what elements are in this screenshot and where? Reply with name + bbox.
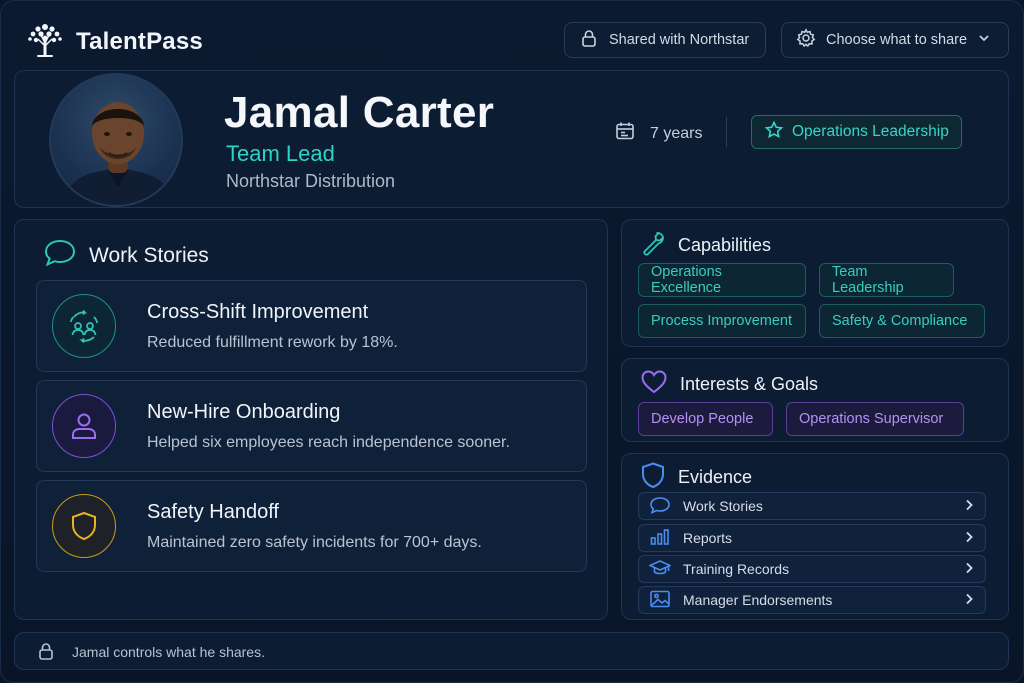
capability-chip[interactable]: Operations Excellence bbox=[638, 263, 806, 297]
evidence-item-reports[interactable]: Reports bbox=[638, 524, 986, 552]
divider bbox=[726, 117, 727, 147]
lock-icon bbox=[579, 28, 599, 52]
bar-chart-icon bbox=[649, 528, 671, 549]
interest-chip[interactable]: Develop People bbox=[638, 402, 773, 436]
shared-with-button[interactable]: Shared with Northstar bbox=[564, 22, 766, 58]
profile-name: Jamal Carter bbox=[224, 88, 495, 137]
story-title: New-Hire Onboarding bbox=[147, 401, 341, 423]
wrench-icon bbox=[640, 230, 666, 261]
choose-what-to-share-dropdown[interactable]: Choose what to share bbox=[781, 22, 1009, 58]
work-stories-title: Work Stories bbox=[89, 244, 209, 267]
interests-title: Interests & Goals bbox=[680, 374, 819, 394]
evidence-item-training-records[interactable]: Training Records bbox=[638, 555, 986, 583]
work-story-card[interactable]: Cross-Shift Improvement Reduced fulfillm… bbox=[36, 280, 587, 372]
story-title: Cross-Shift Improvement bbox=[147, 301, 369, 323]
tree-logo-icon bbox=[24, 18, 66, 65]
chevron-right-icon bbox=[963, 498, 975, 515]
capabilities-title: Capabilities bbox=[678, 235, 772, 255]
profile-role: Team Lead bbox=[226, 141, 335, 166]
work-story-card[interactable]: Safety Handoff Maintained zero safety in… bbox=[36, 480, 587, 572]
chevron-right-icon bbox=[963, 592, 975, 609]
work-story-card[interactable]: New-Hire Onboarding Helped six employees… bbox=[36, 380, 587, 472]
people-cycle-icon bbox=[52, 294, 116, 358]
app-name: TalentPass bbox=[76, 27, 203, 55]
interests-heading: Interests & Goals bbox=[640, 369, 818, 400]
experience-years-label: 7 years bbox=[650, 124, 703, 142]
story-description: Helped six employees reach independence … bbox=[147, 434, 510, 451]
chevron-right-icon bbox=[963, 530, 975, 547]
chat-bubble-icon bbox=[649, 496, 671, 517]
calendar-icon bbox=[614, 120, 636, 147]
privacy-note: Jamal controls what he shares. bbox=[72, 644, 265, 660]
work-stories-heading: Work Stories bbox=[43, 238, 209, 274]
graduation-cap-icon bbox=[648, 559, 672, 580]
chevron-right-icon bbox=[963, 561, 975, 578]
specialty-badge: Operations Leadership bbox=[751, 115, 962, 149]
gear-icon bbox=[796, 28, 816, 52]
experience-years: 7 years bbox=[614, 120, 702, 147]
story-description: Reduced fulfillment rework by 18%. bbox=[147, 334, 398, 351]
avatar bbox=[49, 73, 183, 207]
evidence-item-work-stories[interactable]: Work Stories bbox=[638, 492, 986, 520]
image-icon bbox=[649, 590, 671, 611]
story-title: Safety Handoff bbox=[147, 501, 279, 523]
star-icon bbox=[764, 120, 784, 145]
app-logo: TalentPass bbox=[24, 18, 203, 65]
shield-icon bbox=[640, 461, 666, 494]
chat-bubble-icon bbox=[43, 238, 77, 274]
profile-org: Northstar Distribution bbox=[226, 171, 396, 191]
evidence-heading: Evidence bbox=[640, 461, 752, 494]
capabilities-heading: Capabilities bbox=[640, 230, 771, 261]
shared-with-label: Shared with Northstar bbox=[609, 32, 750, 48]
evidence-item-label: Training Records bbox=[683, 561, 790, 577]
shield-icon bbox=[52, 494, 116, 558]
evidence-item-label: Work Stories bbox=[683, 498, 763, 514]
interest-chip[interactable]: Operations Supervisor bbox=[786, 402, 964, 436]
capability-chip[interactable]: Safety & Compliance bbox=[819, 304, 985, 338]
specialty-badge-label: Operations Leadership bbox=[792, 123, 949, 140]
story-description: Maintained zero safety incidents for 700… bbox=[147, 534, 482, 551]
capability-chip[interactable]: Team Leadership bbox=[819, 263, 954, 297]
choose-what-to-share-label: Choose what to share bbox=[826, 32, 968, 48]
chevron-down-icon bbox=[977, 31, 991, 49]
evidence-item-label: Manager Endorsements bbox=[683, 592, 833, 608]
lock-icon bbox=[36, 641, 56, 666]
evidence-title: Evidence bbox=[678, 467, 753, 487]
person-icon bbox=[52, 394, 116, 458]
evidence-item-manager-endorsements[interactable]: Manager Endorsements bbox=[638, 586, 986, 614]
heart-icon bbox=[640, 369, 668, 400]
evidence-item-label: Reports bbox=[683, 530, 733, 546]
capability-chip[interactable]: Process Improvement bbox=[638, 304, 806, 338]
